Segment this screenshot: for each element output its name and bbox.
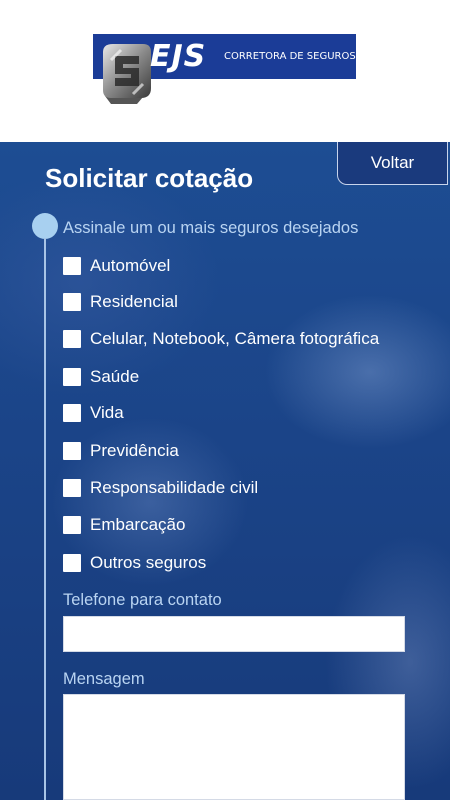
checkbox-box[interactable]	[63, 330, 81, 348]
message-label: Mensagem	[63, 670, 145, 688]
checkbox-label: Previdência	[90, 441, 179, 460]
checkbox-label: Saúde	[90, 367, 140, 386]
checkbox-responsabilidade-civil[interactable]: Responsabilidade civil	[63, 477, 258, 499]
checkbox-previdencia[interactable]: Previdência	[63, 440, 179, 462]
timeline-dot	[32, 213, 58, 239]
checkbox-celular-notebook-camera[interactable]: Celular, Notebook, Câmera fotográfica	[63, 328, 379, 350]
company-logo: EJS CORRETORA DE SEGUROS	[93, 34, 356, 107]
checkbox-embarcacao[interactable]: Embarcação	[63, 514, 185, 536]
checkbox-label: Celular, Notebook, Câmera fotográfica	[90, 329, 380, 348]
insurance-prompt: Assinale um ou mais seguros desejados	[63, 219, 359, 237]
checkbox-box[interactable]	[63, 404, 81, 422]
checkbox-box[interactable]	[63, 554, 81, 572]
checkbox-label: Outros seguros	[90, 553, 207, 572]
checkbox-residencial[interactable]: Residencial	[63, 291, 178, 313]
checkbox-automovel[interactable]: Automóvel	[63, 255, 170, 277]
checkbox-label: Automóvel	[90, 256, 171, 275]
header: EJS CORRETORA DE SEGUROS	[0, 0, 450, 142]
checkbox-vida[interactable]: Vida	[63, 402, 124, 424]
phone-input[interactable]	[63, 616, 405, 652]
checkbox-box[interactable]	[63, 368, 81, 386]
checkbox-box[interactable]	[63, 516, 81, 534]
checkbox-box[interactable]	[63, 442, 81, 460]
checkbox-label: Residencial	[90, 292, 178, 311]
checkbox-outros-seguros[interactable]: Outros seguros	[63, 552, 206, 574]
logo-subtitle: CORRETORA DE SEGUROS	[224, 51, 356, 62]
checkbox-saude[interactable]: Saúde	[63, 366, 139, 388]
checkbox-label: Embarcação	[90, 515, 186, 534]
checkbox-box[interactable]	[63, 293, 81, 311]
timeline-line	[44, 238, 46, 800]
logo-wordmark: EJS	[150, 39, 207, 74]
phone-label: Telefone para contato	[63, 591, 222, 609]
checkbox-box[interactable]	[63, 479, 81, 497]
message-textarea[interactable]	[63, 694, 405, 800]
page-title: Solicitar cotação	[45, 163, 254, 193]
checkbox-label: Responsabilidade civil	[90, 478, 259, 497]
back-button[interactable]: Voltar	[337, 142, 448, 185]
checkbox-box[interactable]	[63, 257, 81, 275]
checkbox-label: Vida	[90, 403, 124, 422]
logo-emblem-icon	[103, 44, 151, 104]
quote-form-panel: Voltar Solicitar cotação Assinale um ou …	[0, 142, 450, 800]
